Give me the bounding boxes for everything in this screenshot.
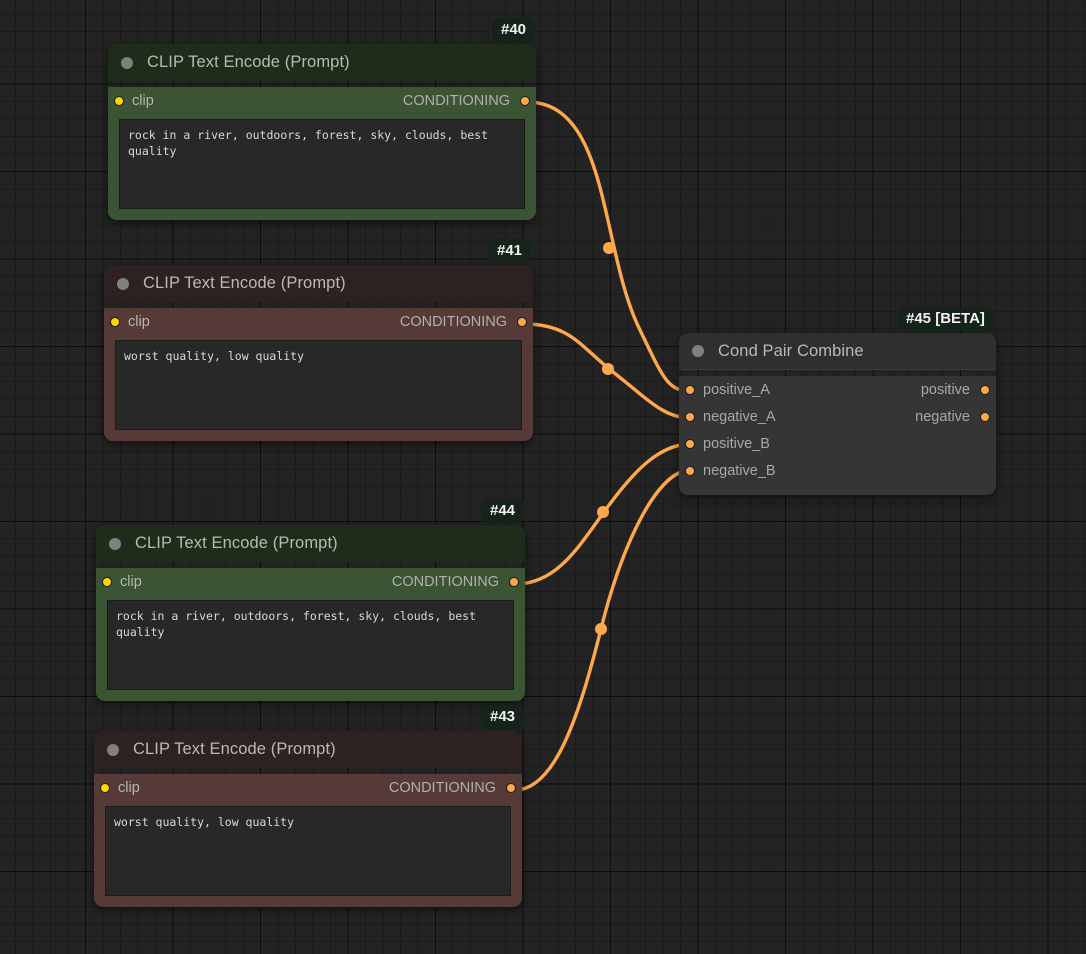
node-id-badge-45: #45 [BETA] bbox=[897, 307, 994, 331]
output-slot-conditioning-dot-icon[interactable] bbox=[509, 577, 519, 587]
node-header[interactable]: CLIP Text Encode (Prompt) bbox=[94, 731, 522, 768]
slot-row: clip CONDITIONING bbox=[108, 87, 536, 114]
node-body: clip CONDITIONING worst quality, low qua… bbox=[104, 308, 533, 441]
link-41-to-negative-a bbox=[524, 324, 691, 418]
node-body: clip CONDITIONING rock in a river, outdo… bbox=[108, 87, 536, 220]
input-slot-clip-dot-icon[interactable] bbox=[114, 96, 124, 106]
node-title: Cond Pair Combine bbox=[718, 342, 864, 361]
input-slot-clip-dot-icon[interactable] bbox=[100, 783, 110, 793]
input-slot-clip-label: clip bbox=[128, 314, 150, 330]
output-slot-positive-dot-icon[interactable] bbox=[980, 385, 990, 395]
node-title: CLIP Text Encode (Prompt) bbox=[143, 274, 346, 293]
prompt-textarea[interactable]: worst quality, low quality bbox=[115, 340, 522, 430]
link-43-to-negative-b bbox=[515, 470, 691, 790]
node-title: CLIP Text Encode (Prompt) bbox=[133, 740, 336, 759]
output-slot-conditioning-label: CONDITIONING bbox=[400, 314, 507, 330]
node-id-badge-40: #40 bbox=[492, 18, 535, 42]
node-body: clip CONDITIONING worst quality, low qua… bbox=[94, 774, 522, 907]
slot-row: clip CONDITIONING bbox=[96, 568, 525, 595]
collapse-dot-icon[interactable] bbox=[107, 744, 119, 756]
input-slot-positive-b-label: positive_B bbox=[703, 436, 770, 452]
collapse-dot-icon[interactable] bbox=[117, 278, 129, 290]
node-id-badge-41: #41 bbox=[488, 239, 531, 263]
prompt-textarea[interactable]: rock in a river, outdoors, forest, sky, … bbox=[119, 119, 525, 209]
node-id-badge-44: #44 bbox=[481, 499, 524, 523]
node-clip-text-encode-44[interactable]: CLIP Text Encode (Prompt) clip CONDITION… bbox=[96, 525, 525, 701]
input-slot-negative-b-dot-icon[interactable] bbox=[685, 466, 695, 476]
node-graph-canvas[interactable]: #40 CLIP Text Encode (Prompt) clip CONDI… bbox=[0, 0, 1086, 954]
node-clip-text-encode-40[interactable]: CLIP Text Encode (Prompt) clip CONDITION… bbox=[108, 44, 536, 220]
node-body: positive_A positive negative_A negative … bbox=[679, 376, 996, 495]
input-slot-clip-label: clip bbox=[132, 93, 154, 109]
link-44-to-positive-b bbox=[516, 444, 691, 584]
input-slot-negative-a-dot-icon[interactable] bbox=[685, 412, 695, 422]
node-header[interactable]: Cond Pair Combine bbox=[679, 333, 996, 370]
input-slot-positive-a-label: positive_A bbox=[703, 382, 770, 398]
input-slot-clip-dot-icon[interactable] bbox=[102, 577, 112, 587]
slot-row-negative-b: negative_B bbox=[679, 457, 996, 484]
slot-row-positive-a: positive_A positive bbox=[679, 376, 996, 403]
slot-row-negative-a: negative_A negative bbox=[679, 403, 996, 430]
output-slot-positive-label: positive bbox=[921, 382, 970, 398]
output-slot-conditioning-dot-icon[interactable] bbox=[506, 783, 516, 793]
collapse-dot-icon[interactable] bbox=[109, 538, 121, 550]
input-slot-positive-a-dot-icon[interactable] bbox=[685, 385, 695, 395]
node-clip-text-encode-43[interactable]: CLIP Text Encode (Prompt) clip CONDITION… bbox=[94, 731, 522, 907]
node-header[interactable]: CLIP Text Encode (Prompt) bbox=[96, 525, 525, 562]
node-header[interactable]: CLIP Text Encode (Prompt) bbox=[104, 265, 533, 302]
output-slot-negative-dot-icon[interactable] bbox=[980, 412, 990, 422]
output-slot-conditioning-dot-icon[interactable] bbox=[520, 96, 530, 106]
output-slot-conditioning-label: CONDITIONING bbox=[389, 780, 496, 796]
output-slot-negative-label: negative bbox=[915, 409, 970, 425]
slot-row: clip CONDITIONING bbox=[104, 308, 533, 335]
prompt-textarea[interactable]: rock in a river, outdoors, forest, sky, … bbox=[107, 600, 514, 690]
input-slot-negative-a-label: negative_A bbox=[703, 409, 776, 425]
output-slot-conditioning-dot-icon[interactable] bbox=[517, 317, 527, 327]
slot-row-positive-b: positive_B bbox=[679, 430, 996, 457]
node-header[interactable]: CLIP Text Encode (Prompt) bbox=[108, 44, 536, 81]
link-dot bbox=[597, 506, 609, 518]
node-title: CLIP Text Encode (Prompt) bbox=[135, 534, 338, 553]
link-dot bbox=[602, 363, 614, 375]
input-slot-clip-dot-icon[interactable] bbox=[110, 317, 120, 327]
node-title: CLIP Text Encode (Prompt) bbox=[147, 53, 350, 72]
node-id-badge-43: #43 bbox=[481, 705, 524, 729]
node-body: clip CONDITIONING rock in a river, outdo… bbox=[96, 568, 525, 701]
output-slot-conditioning-label: CONDITIONING bbox=[403, 93, 510, 109]
link-dot bbox=[603, 242, 615, 254]
slot-row: clip CONDITIONING bbox=[94, 774, 522, 801]
node-cond-pair-combine-45[interactable]: Cond Pair Combine positive_A positive ne… bbox=[679, 333, 996, 495]
prompt-textarea[interactable]: worst quality, low quality bbox=[105, 806, 511, 896]
collapse-dot-icon[interactable] bbox=[692, 345, 704, 357]
link-40-to-positive-a bbox=[527, 102, 691, 391]
link-dot bbox=[595, 623, 607, 635]
output-slot-conditioning-label: CONDITIONING bbox=[392, 574, 499, 590]
input-slot-negative-b-label: negative_B bbox=[703, 463, 776, 479]
collapse-dot-icon[interactable] bbox=[121, 57, 133, 69]
node-clip-text-encode-41[interactable]: CLIP Text Encode (Prompt) clip CONDITION… bbox=[104, 265, 533, 441]
input-slot-positive-b-dot-icon[interactable] bbox=[685, 439, 695, 449]
input-slot-clip-label: clip bbox=[120, 574, 142, 590]
input-slot-clip-label: clip bbox=[118, 780, 140, 796]
